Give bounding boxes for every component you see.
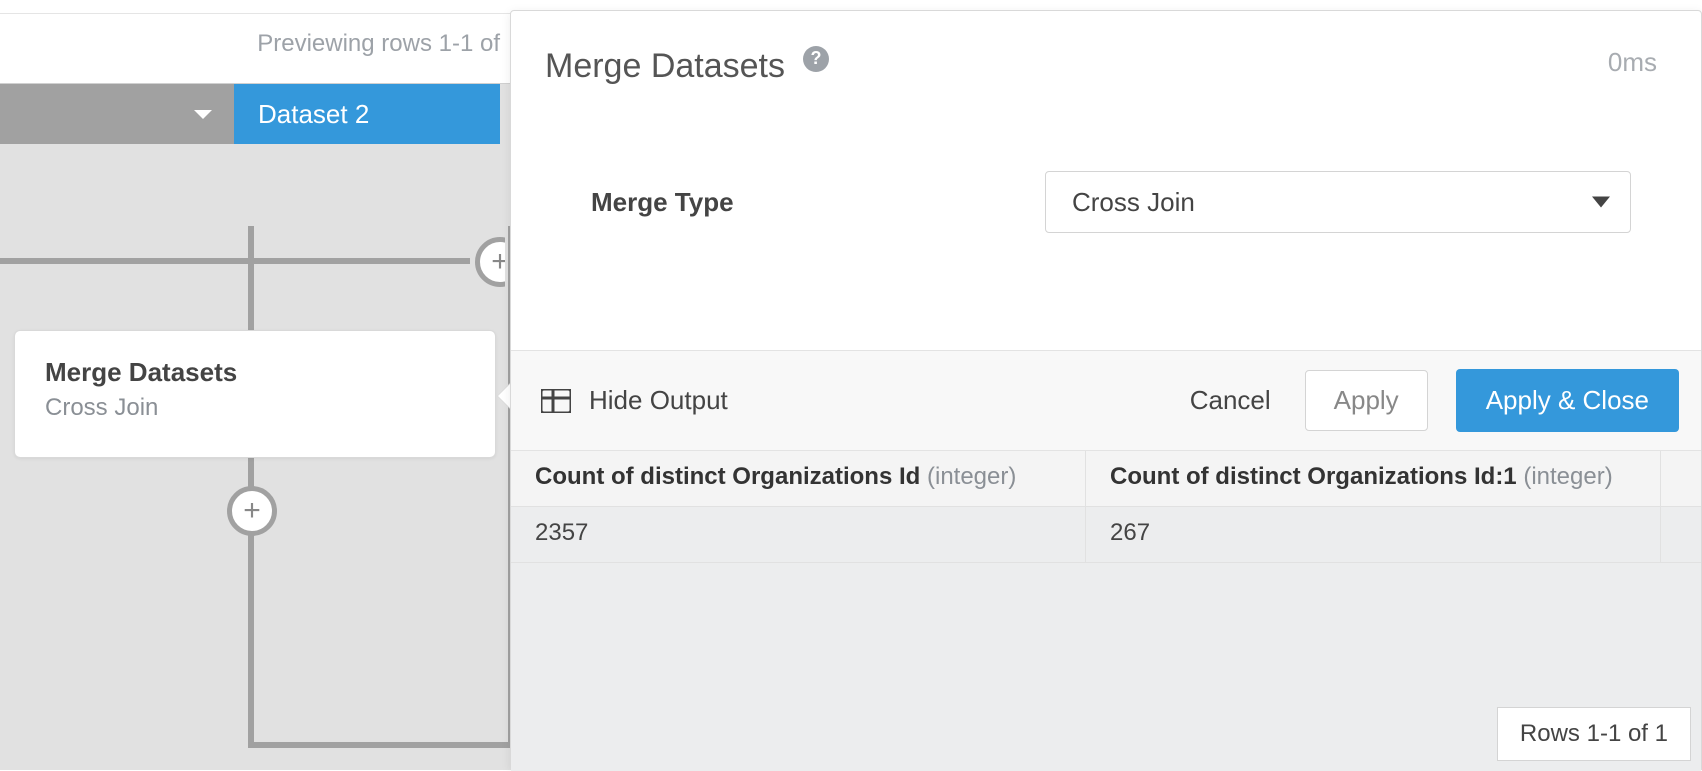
apply-button[interactable]: Apply: [1305, 370, 1428, 431]
add-step-button[interactable]: +: [227, 486, 277, 536]
column-name: Count of distinct Organizations Id:1: [1110, 463, 1517, 490]
tab-dropdown[interactable]: [0, 84, 234, 144]
tab-dataset-2[interactable]: Dataset 2: [234, 84, 500, 144]
grid-header: Count of distinct Organizations Id (inte…: [511, 451, 1701, 507]
form-row-merge-type: Merge Type Cross Join: [591, 171, 1657, 233]
merge-type-value: Cross Join: [1072, 187, 1195, 218]
node-subtitle: Cross Join: [45, 394, 465, 422]
apply-close-button[interactable]: Apply & Close: [1456, 369, 1679, 432]
column-type: (integer): [927, 463, 1016, 490]
cell: 267: [1086, 507, 1661, 562]
column-name: Count of distinct Organizations Id: [535, 463, 920, 490]
hide-output-label: Hide Output: [589, 385, 728, 416]
cancel-button[interactable]: Cancel: [1184, 371, 1277, 430]
panel-header: Merge Datasets ? 0ms: [511, 11, 1701, 131]
hide-output-toggle[interactable]: Hide Output: [541, 385, 728, 416]
table-icon: [541, 389, 571, 413]
help-icon[interactable]: ?: [803, 46, 829, 72]
panel-title: Merge Datasets: [545, 47, 785, 86]
chevron-down-icon: [1592, 197, 1610, 208]
output-grid: Count of distinct Organizations Id (inte…: [511, 451, 1701, 771]
table-row[interactable]: 2357 267: [511, 507, 1701, 563]
merge-type-select[interactable]: Cross Join: [1045, 171, 1631, 233]
pipeline-node-merge-datasets[interactable]: Merge Datasets Cross Join: [14, 330, 496, 458]
column-header[interactable]: Count of distinct Organizations Id (inte…: [511, 451, 1086, 506]
elapsed-time: 0ms: [1608, 47, 1657, 78]
merge-type-label: Merge Type: [591, 187, 951, 218]
node-title: Merge Datasets: [45, 357, 465, 388]
chevron-down-icon: [194, 110, 212, 119]
column-type: (integer): [1523, 463, 1612, 490]
canvas: Previewing rows 1-1 of Dataset 2 + Merge…: [0, 0, 1702, 770]
panel-actions: Hide Output Cancel Apply Apply & Close: [511, 351, 1701, 451]
preview-rows-text: Previewing rows 1-1 of: [0, 30, 500, 58]
column-header[interactable]: Count of distinct Organizations Id:1 (in…: [1086, 451, 1661, 506]
row-counter: Rows 1-1 of 1: [1497, 707, 1691, 761]
plus-icon: +: [243, 494, 261, 528]
cell: 2357: [511, 507, 1086, 562]
merge-datasets-panel: Merge Datasets ? 0ms Merge Type Cross Jo…: [510, 10, 1702, 770]
panel-body: Merge Type Cross Join: [511, 131, 1701, 351]
connector-line: [0, 258, 470, 264]
tab-label: Dataset 2: [258, 99, 369, 130]
connector-line: [248, 742, 514, 748]
